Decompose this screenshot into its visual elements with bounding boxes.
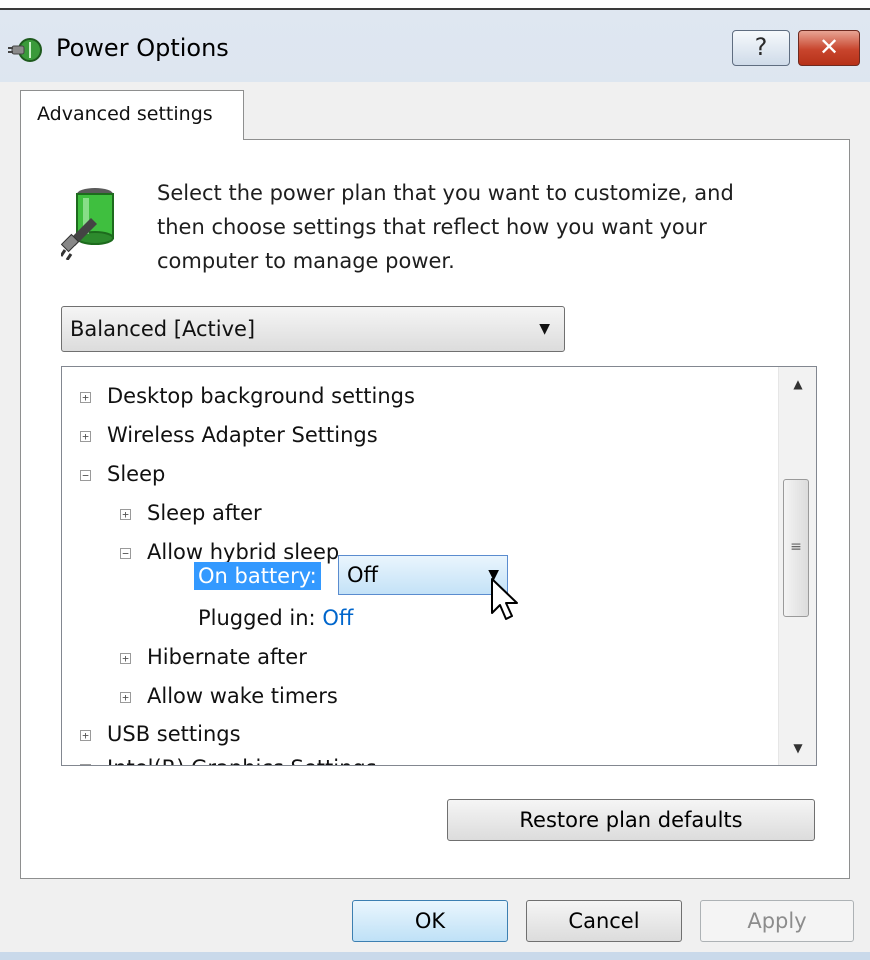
- tree-item-label: Intel(R) Graphics Settings: [107, 756, 377, 765]
- apply-button[interactable]: Apply: [700, 900, 854, 942]
- collapse-icon[interactable]: −: [80, 469, 91, 481]
- window-title: Power Options: [56, 34, 229, 62]
- tree-item-label: Wireless Adapter Settings: [107, 423, 378, 447]
- ok-button[interactable]: OK: [352, 900, 508, 942]
- scroll-down-icon[interactable]: ▼: [779, 731, 816, 765]
- close-button[interactable]: ✕: [798, 30, 860, 66]
- window-bottom-border: [0, 952, 870, 960]
- intro-line: Select the power plan that you want to c…: [157, 181, 734, 205]
- tree-item-usb-settings[interactable]: + USB settings: [80, 715, 241, 753]
- expand-icon[interactable]: +: [80, 763, 91, 765]
- help-button[interactable]: ?: [732, 30, 790, 66]
- tree-item-desktop-background[interactable]: + Desktop background settings: [80, 377, 415, 415]
- scroll-thumb[interactable]: ≡: [783, 479, 809, 617]
- tree-item-label: Desktop background settings: [107, 384, 415, 408]
- power-options-window: Power Options ? ✕ Advanced settings Sele…: [0, 8, 870, 960]
- tree-item-allow-wake-timers[interactable]: + Allow wake timers: [120, 677, 338, 715]
- expand-icon[interactable]: +: [120, 508, 131, 520]
- expand-icon[interactable]: +: [120, 691, 131, 703]
- tree-item-label: Sleep after: [147, 501, 262, 525]
- expand-icon[interactable]: +: [80, 729, 91, 741]
- scroll-up-icon[interactable]: ▲: [779, 367, 816, 401]
- tree-item-wireless-adapter[interactable]: + Wireless Adapter Settings: [80, 416, 378, 454]
- tree-item-label: USB settings: [107, 722, 241, 746]
- intro-description: Select the power plan that you want to c…: [157, 176, 817, 278]
- tree-item-hibernate-after[interactable]: + Hibernate after: [120, 638, 307, 676]
- on-battery-value: Off: [347, 563, 378, 587]
- collapse-icon[interactable]: −: [120, 547, 131, 559]
- mouse-pointer-icon: [491, 578, 518, 620]
- tree-item-plugged-in[interactable]: Plugged in: Off: [198, 599, 353, 637]
- intro-line: then choose settings that reflect how yo…: [157, 215, 707, 239]
- title-bar[interactable]: Power Options ? ✕: [0, 10, 870, 82]
- dropdown-arrow-icon: ▼: [539, 321, 550, 337]
- tree-item-intel-graphics[interactable]: + Intel(R) Graphics Settings: [80, 749, 377, 765]
- battery-plug-icon: [61, 188, 114, 260]
- power-plan-select[interactable]: Balanced [Active] ▼: [61, 306, 565, 352]
- advanced-settings-panel: Select the power plan that you want to c…: [20, 139, 850, 879]
- plugged-in-label: Plugged in:: [198, 606, 316, 630]
- expand-icon[interactable]: +: [80, 430, 91, 442]
- on-battery-select[interactable]: Off ▼: [338, 555, 508, 595]
- tree-scrollbar[interactable]: ▲ ≡ ▼: [778, 367, 816, 765]
- tree-item-sleep-after[interactable]: + Sleep after: [120, 494, 262, 532]
- restore-plan-defaults-button[interactable]: Restore plan defaults: [447, 799, 815, 841]
- expand-icon[interactable]: +: [120, 652, 131, 664]
- intro-line: computer to manage power.: [157, 249, 455, 273]
- tree-item-label: Allow wake timers: [147, 684, 338, 708]
- tree-item-label: Hibernate after: [147, 645, 307, 669]
- plugged-in-value[interactable]: Off: [322, 606, 353, 630]
- tree-item-on-battery[interactable]: On battery:: [194, 557, 321, 595]
- tree-item-sleep[interactable]: − Sleep: [80, 455, 165, 493]
- power-plan-value: Balanced [Active]: [70, 317, 256, 341]
- expand-icon[interactable]: +: [80, 391, 91, 403]
- tree-item-label: Sleep: [107, 462, 166, 486]
- on-battery-label: On battery:: [194, 562, 321, 590]
- dialog-client-area: Advanced settings Select the power plan …: [0, 82, 870, 960]
- settings-tree[interactable]: + Desktop background settings + Wireless A…: [61, 366, 817, 766]
- tab-advanced-settings[interactable]: Advanced settings: [20, 90, 244, 140]
- power-plug-icon: [8, 38, 42, 62]
- cancel-button[interactable]: Cancel: [526, 900, 682, 942]
